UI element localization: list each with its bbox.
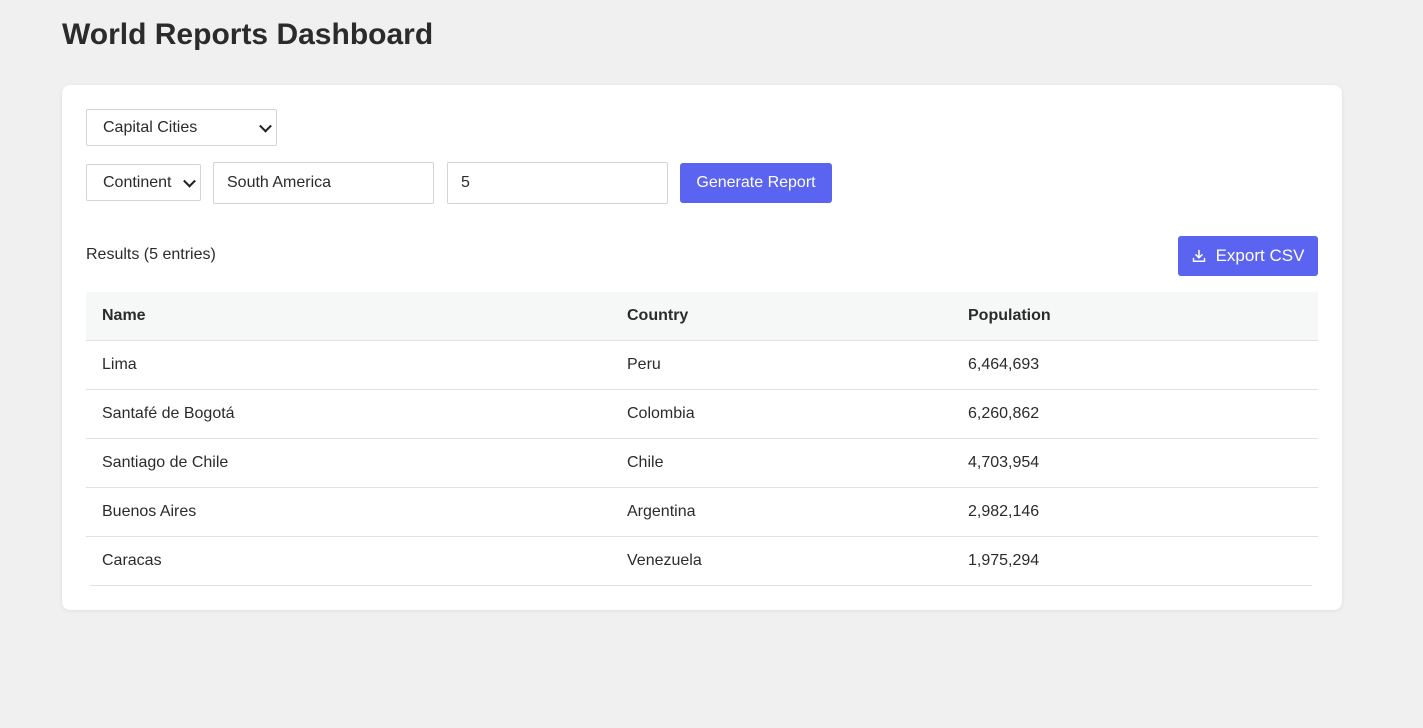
filter-type-value: Continent — [103, 173, 172, 191]
cell-country: Peru — [627, 356, 661, 373]
cell-name: Santiago de Chile — [102, 454, 229, 471]
generate-report-label: Generate Report — [696, 174, 816, 191]
cell-country: Chile — [627, 454, 664, 471]
table-row: Santafé de Bogotá Colombia 6,260,862 — [86, 390, 1318, 439]
chevron-down-icon — [259, 119, 272, 133]
cell-population: 6,260,862 — [968, 405, 1040, 422]
page-title: World Reports Dashboard — [62, 18, 434, 51]
chevron-down-icon — [183, 174, 196, 188]
table-row: Buenos Aires Argentina 2,982,146 — [86, 488, 1318, 537]
cell-country: Venezuela — [627, 552, 702, 569]
cell-population: 1,975,294 — [968, 552, 1040, 569]
export-csv-button[interactable]: Export CSV — [1178, 236, 1318, 276]
download-icon — [1192, 249, 1205, 263]
filter-type-select[interactable]: Continent — [86, 164, 201, 201]
results-count-label: Results (5 entries) — [86, 246, 216, 263]
results-table: Name Country Population Lima Peru 6,464,… — [86, 292, 1318, 586]
cell-name: Buenos Aires — [102, 503, 197, 520]
report-card: Capital Cities Continent South America 5… — [62, 85, 1342, 610]
column-header-name[interactable]: Name — [102, 292, 146, 340]
generate-report-button[interactable]: Generate Report — [680, 163, 832, 203]
cell-population: 2,982,146 — [968, 503, 1040, 520]
cell-population: 4,703,954 — [968, 454, 1040, 471]
report-type-value: Capital Cities — [103, 118, 198, 136]
cell-country: Colombia — [627, 405, 695, 422]
region-input-value: South America — [227, 174, 332, 191]
column-header-country[interactable]: Country — [627, 292, 688, 340]
export-csv-label: Export CSV — [1215, 246, 1305, 265]
column-header-population[interactable]: Population — [968, 292, 1051, 340]
table-row: Caracas Venezuela 1,975,294 — [86, 537, 1318, 586]
cell-country: Argentina — [627, 503, 696, 520]
region-input[interactable]: South America — [213, 162, 434, 204]
cell-population: 6,464,693 — [968, 356, 1040, 373]
limit-input-value: 5 — [461, 174, 470, 191]
cell-name: Lima — [102, 356, 137, 373]
report-type-select[interactable]: Capital Cities — [86, 109, 277, 146]
table-row: Lima Peru 6,464,693 — [86, 341, 1318, 390]
table-row: Santiago de Chile Chile 4,703,954 — [86, 439, 1318, 488]
cell-name: Santafé de Bogotá — [102, 405, 235, 422]
limit-input[interactable]: 5 — [447, 162, 668, 204]
cell-name: Caracas — [102, 552, 162, 569]
table-header: Name Country Population — [86, 292, 1318, 341]
